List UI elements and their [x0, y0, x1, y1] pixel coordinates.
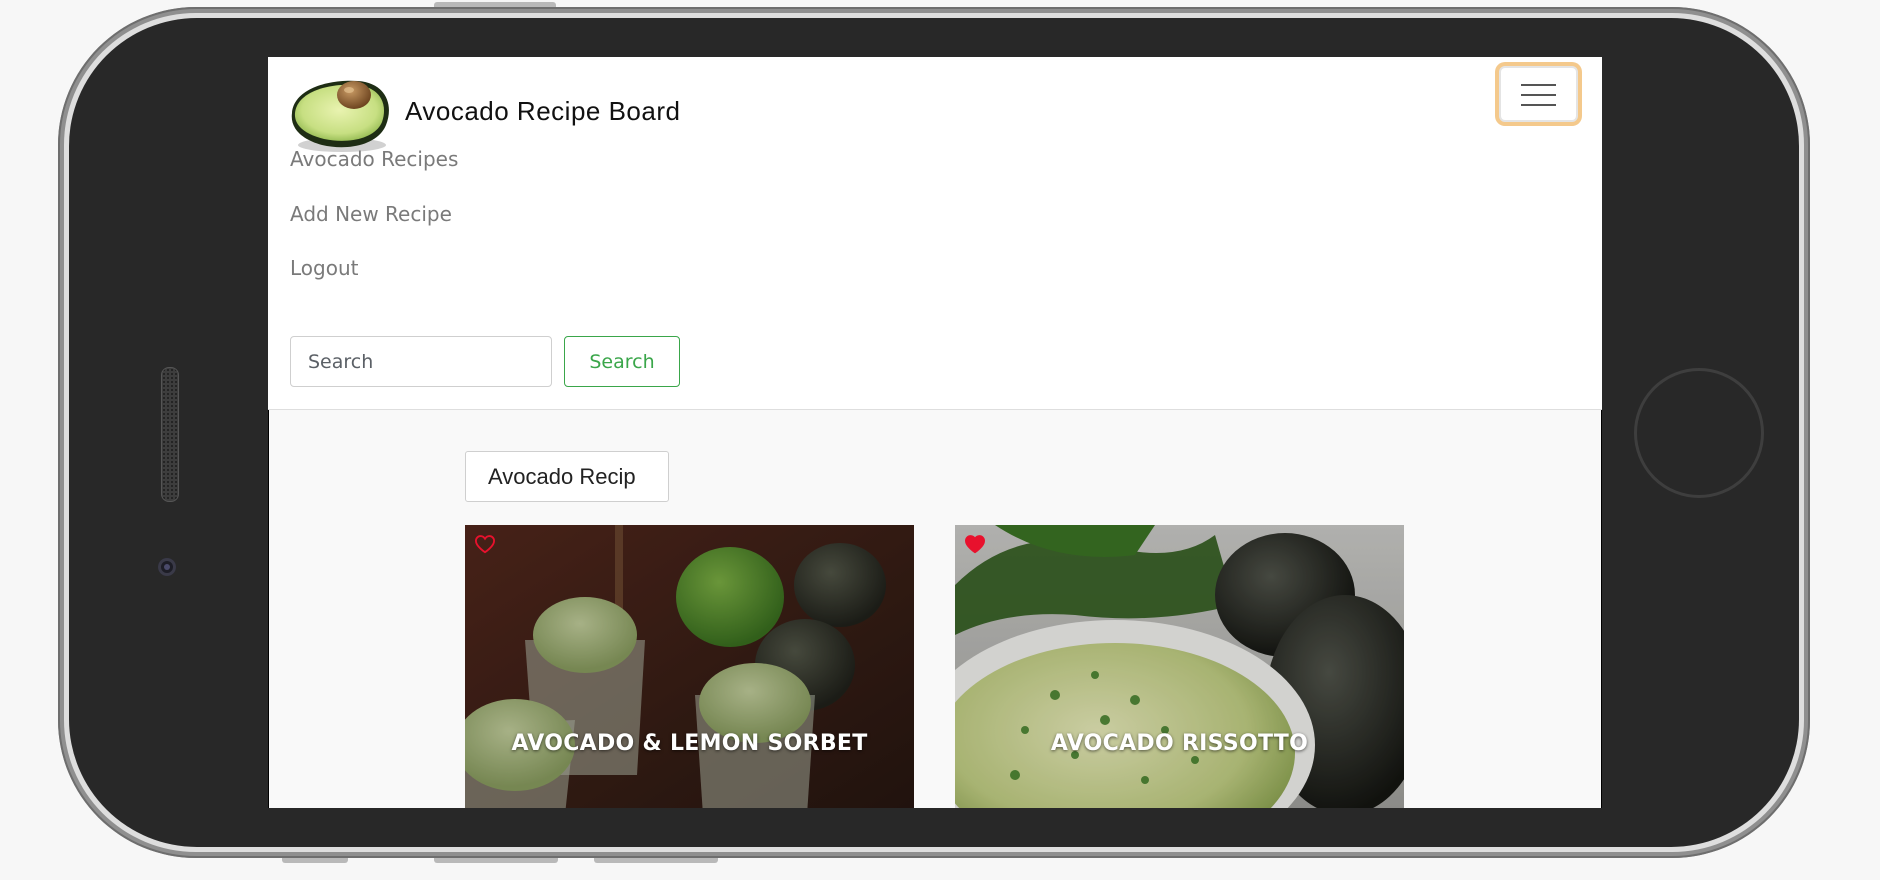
recipe-card-title: AVOCADO & LEMON SORBET [511, 731, 868, 756]
phone-camera [158, 558, 176, 576]
recipe-filter-value: Avocado Recip [488, 464, 636, 489]
nav-link-add-new-recipe[interactable]: Add New Recipe [290, 202, 452, 226]
navbar-toggler-button[interactable] [1499, 66, 1578, 122]
navbar: Avocado Recipe Board Avocado Recipes Add… [268, 57, 1602, 410]
nav-link-avocado-recipes[interactable]: Avocado Recipes [290, 147, 458, 171]
device-screen: Avocado Recipe Board Avocado Recipes Add… [268, 57, 1602, 808]
avocado-logo-icon[interactable] [288, 75, 392, 155]
favorite-heart-outline-icon[interactable] [474, 534, 496, 554]
recipe-card[interactable]: AVOCADO & LEMON SORBET [465, 525, 914, 808]
brand-name[interactable]: Avocado Recipe Board [405, 96, 680, 127]
nav-link-logout[interactable]: Logout [290, 256, 358, 280]
recipe-image-risotto [955, 525, 1404, 808]
phone-speaker [161, 367, 179, 502]
recipe-card[interactable]: AVOCADO RISSOTTO [955, 525, 1404, 808]
search-input[interactable] [290, 336, 552, 387]
favorite-heart-filled-icon[interactable] [964, 534, 986, 554]
hamburger-menu-icon [1521, 84, 1556, 86]
phone-home-button[interactable] [1634, 368, 1764, 498]
recipe-filter-field[interactable]: Avocado Recip [465, 451, 669, 502]
recipe-card-title: AVOCADO RISSOTTO [1050, 731, 1309, 756]
search-button[interactable]: Search [564, 336, 680, 387]
recipe-image-sorbet [465, 525, 914, 808]
